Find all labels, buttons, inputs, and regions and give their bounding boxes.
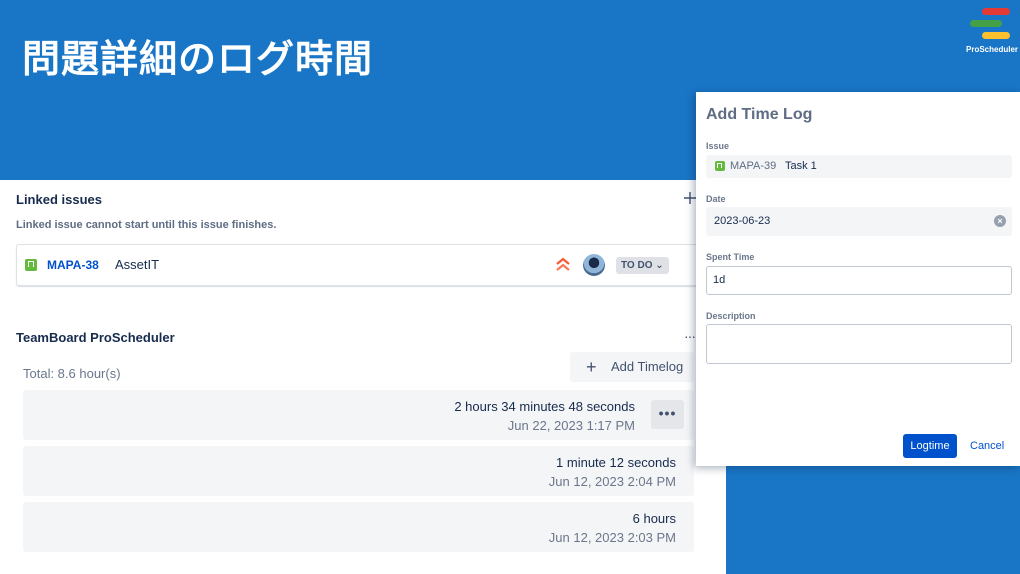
issue-label: Issue — [706, 141, 730, 151]
add-timelog-label: Add Timelog — [611, 359, 684, 374]
linked-issue-key[interactable]: MAPA-38 — [47, 258, 99, 272]
timelog-date: Jun 12, 2023 2:03 PM — [548, 530, 676, 545]
story-icon — [25, 259, 37, 271]
timelog-duration: 1 minute 12 seconds — [556, 455, 676, 470]
date-value: 2023-06-23 — [714, 215, 771, 227]
timelog-entry: 6 hours Jun 12, 2023 2:03 PM — [23, 502, 694, 552]
spent-time-label: Spent Time — [706, 252, 755, 262]
highest-priority-icon — [556, 257, 570, 271]
more-options-icon[interactable]: ··· — [684, 328, 696, 344]
add-time-log-dialog: Add Time Log Issue MAPA-39 Task 1 Date 2… — [696, 92, 1020, 466]
linked-issues-title: Linked issues — [16, 192, 102, 207]
timelog-menu-button[interactable]: ••• — [651, 400, 684, 429]
clear-icon[interactable]: × — [994, 215, 1006, 227]
linked-issue-summary[interactable]: AssetIT — [115, 257, 159, 272]
chevron-down-icon: ⌄ — [655, 260, 664, 271]
date-field[interactable]: 2023-06-23 × — [706, 207, 1012, 236]
timesheet-title: TeamBoard ProScheduler — [16, 330, 175, 345]
add-linked-issue-button[interactable] — [684, 188, 696, 209]
status-dropdown[interactable]: TO DO ⌄ — [616, 257, 669, 274]
timelog-date: Jun 22, 2023 1:17 PM — [507, 418, 635, 433]
description-label: Description — [706, 311, 756, 321]
timelog-duration: 6 hours — [632, 511, 676, 526]
linked-issues-note: Linked issue cannot start until this iss… — [16, 219, 277, 231]
date-label: Date — [706, 194, 726, 204]
issue-detail-panel: Linked issues Linked issue cannot start … — [0, 180, 726, 574]
plus-icon — [684, 192, 696, 204]
spent-time-value: 1d — [713, 274, 726, 286]
timelog-entry: 2 hours 34 minutes 48 seconds Jun 22, 20… — [23, 390, 694, 440]
description-textarea[interactable] — [706, 324, 1012, 364]
issue-key: MAPA-39 — [730, 160, 777, 172]
slide-title: 問題詳細のログ時間 — [22, 37, 374, 81]
logtime-button[interactable]: Logtime — [903, 434, 957, 458]
logo-bar-yellow — [982, 32, 1010, 39]
dialog-title: Add Time Log — [706, 106, 813, 123]
linked-issue-row[interactable]: MAPA-38 AssetIT TO DO ⌄ — [16, 244, 716, 286]
issue-summary: Task 1 — [785, 160, 817, 172]
proscheduler-logo: ProScheduler — [966, 6, 1020, 56]
issue-field[interactable]: MAPA-39 Task 1 — [706, 155, 1012, 178]
story-icon — [715, 161, 725, 171]
cancel-button[interactable]: Cancel — [970, 440, 1004, 452]
timelog-duration: 2 hours 34 minutes 48 seconds — [454, 399, 635, 414]
timelog-date: Jun 12, 2023 2:04 PM — [548, 474, 676, 489]
total-hours: Total: 8.6 hour(s) — [23, 366, 121, 381]
logo-text: ProScheduler — [966, 45, 1019, 54]
assignee-avatar[interactable] — [583, 254, 605, 276]
status-label: TO DO — [621, 260, 653, 271]
logo-bar-red — [982, 8, 1010, 15]
spent-time-input[interactable]: 1d — [706, 266, 1012, 295]
add-timelog-button[interactable]: + Add Timelog — [570, 352, 694, 382]
logo-bar-green — [970, 20, 1002, 27]
plus-icon: + — [586, 357, 597, 377]
timelog-entry: 1 minute 12 seconds Jun 12, 2023 2:04 PM — [23, 446, 694, 496]
